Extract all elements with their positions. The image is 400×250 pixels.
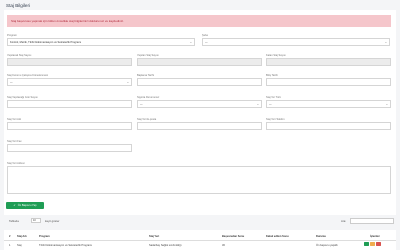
chevron-down-icon: ⌄: [256, 102, 259, 106]
field-label: Yapılacak Staj Sayısı: [7, 54, 32, 57]
field-group: Yapılacak Staj Sayısı: [7, 54, 132, 66]
sube-value: —: [205, 41, 208, 44]
program-label: Program: [7, 34, 17, 37]
field-label: Sigorta Durumunuz: [137, 96, 160, 99]
view-button[interactable]: [364, 242, 369, 246]
yapilacak-staj-input[interactable]: [7, 58, 132, 66]
field-group: Staj Yeri Adresi: [7, 162, 391, 194]
select-value: —: [10, 81, 13, 84]
sube-label: Şube: [202, 34, 209, 37]
col-header: Durumu: [316, 235, 326, 238]
sube-group: Şube — ⌄: [202, 34, 390, 47]
chevron-down-icon: ⌄: [384, 40, 387, 44]
gun-sayisi-input[interactable]: [7, 100, 132, 108]
length-value: 10: [33, 219, 36, 222]
chevron-down-icon: ⌄: [126, 80, 129, 84]
staj-yeri-adresi-textarea[interactable]: [7, 166, 391, 194]
field-label: Staj Yeri Telefon: [266, 118, 285, 121]
cell: Sadarbay Sağlık sınıfındılığı: [149, 244, 182, 247]
cell: Staj: [17, 244, 22, 247]
field-group: Staj Yapılacağı Gün Sayısı: [7, 96, 132, 108]
staj-table: # Staj Adı Program Staj Yeri Başvurudan …: [4, 230, 396, 250]
kurum-select[interactable]: — ⌄: [7, 78, 132, 86]
delete-button[interactable]: [376, 242, 381, 246]
field-group: Kalan Staj Sayısı: [266, 54, 391, 66]
col-header: İşlemler: [370, 235, 380, 238]
col-header: Başvurudan Sonu: [222, 235, 245, 238]
field-label: Yapılan Staj Sayısı: [137, 54, 159, 57]
sigorta-select[interactable]: — ⌄: [137, 100, 262, 108]
field-label: Staj Yeri Adı: [7, 118, 21, 121]
select-value: —: [269, 103, 272, 106]
kalan-staj-input[interactable]: [266, 58, 391, 66]
field-group: Staj Yeri Adı: [7, 118, 132, 130]
field-label: Staj Yer Türü: [266, 96, 281, 99]
form-card: Staj başvurusu yapmak için lütfen önceli…: [4, 10, 396, 215]
select-value: —: [140, 103, 143, 106]
col-header: Kabul edilen Sonu: [266, 235, 289, 238]
cell: Ön başvuru yapıldı: [316, 244, 338, 247]
page-title: Staj Bilgileri: [6, 2, 30, 8]
col-header: #: [9, 235, 11, 238]
field-group: Staj Yeri Fax: [7, 140, 132, 152]
bitis-tarihi-input[interactable]: [266, 78, 391, 86]
program-group: Program Kontrol, Metrik, Tıbbi Dokümanta…: [7, 34, 200, 47]
field-label: Bitiş Tarihi: [266, 74, 278, 77]
staj-yeri-eposta-input[interactable]: [137, 122, 262, 130]
cell: 1: [9, 244, 11, 247]
col-header: Program: [39, 235, 50, 238]
program-select[interactable]: Kontrol, Metrik, Tıbbi Dokümantasyon ve …: [7, 38, 195, 46]
field-group: Staj Yer Türü — ⌄: [266, 96, 391, 108]
col-header: Staj Yeri: [149, 235, 160, 238]
field-group: Başlama Tarihi: [137, 74, 262, 86]
field-label: Başlama Tarihi: [137, 74, 154, 77]
field-label: Staj Yeri Adresi: [7, 162, 25, 165]
field-group: Bitiş Tarihi: [266, 74, 391, 86]
field-label: Staj Yapılacağı Gün Sayısı: [7, 96, 38, 99]
alert-banner: Staj başvurusu yapmak için lütfen önceli…: [7, 15, 391, 27]
chevron-down-icon: ⌄: [189, 40, 192, 44]
save-button[interactable]: ✔ Ön Başvuru Yap: [6, 202, 44, 209]
col-header: Staj Adı: [17, 235, 27, 238]
staj-yeri-adi-input[interactable]: [7, 122, 132, 130]
search-input[interactable]: [350, 218, 394, 224]
yapilan-staj-input[interactable]: [137, 58, 262, 66]
field-label: Kalan Staj Sayısı: [266, 54, 286, 57]
cell: Tıbbi Dokümantasyon ve Sekreterlik Progr…: [39, 244, 93, 247]
field-label: Staj Yeri E-posta: [137, 118, 157, 121]
sube-select[interactable]: — ⌄: [202, 38, 390, 46]
field-group: Sigorta Durumunuz — ⌄: [137, 96, 262, 108]
check-icon: ✔: [13, 204, 16, 207]
field-label: Staj Kurumu Çalışma Kümelenmesi: [7, 74, 48, 77]
baslama-tarihi-input[interactable]: [137, 78, 262, 86]
chevron-down-icon: ⌄: [385, 102, 388, 106]
field-group: Yapılan Staj Sayısı: [137, 54, 262, 66]
divider: [4, 240, 396, 241]
cell: 30: [222, 244, 225, 247]
staj-yeri-telefon-input[interactable]: [266, 122, 391, 130]
length-select[interactable]: 10: [31, 218, 41, 223]
program-value: Kontrol, Metrik, Tıbbi Dokümantasyon ve …: [10, 41, 82, 44]
entries-label: kayıt göster: [45, 219, 60, 223]
edit-button[interactable]: [370, 242, 375, 246]
field-group: Staj Kurumu Çalışma Kümelenmesi — ⌄: [7, 74, 132, 86]
field-label: Staj Yeri Fax: [7, 140, 22, 143]
field-group: Staj Yeri E-posta: [137, 118, 262, 130]
staj-yer-turu-select[interactable]: — ⌄: [266, 100, 391, 108]
staj-yeri-fax-input[interactable]: [7, 144, 132, 152]
field-group: Staj Yeri Telefon: [266, 118, 391, 130]
save-label: Ön Başvuru Yap: [17, 204, 37, 207]
search-label: Ara:: [341, 219, 347, 223]
length-label: Tabloda: [9, 219, 19, 223]
